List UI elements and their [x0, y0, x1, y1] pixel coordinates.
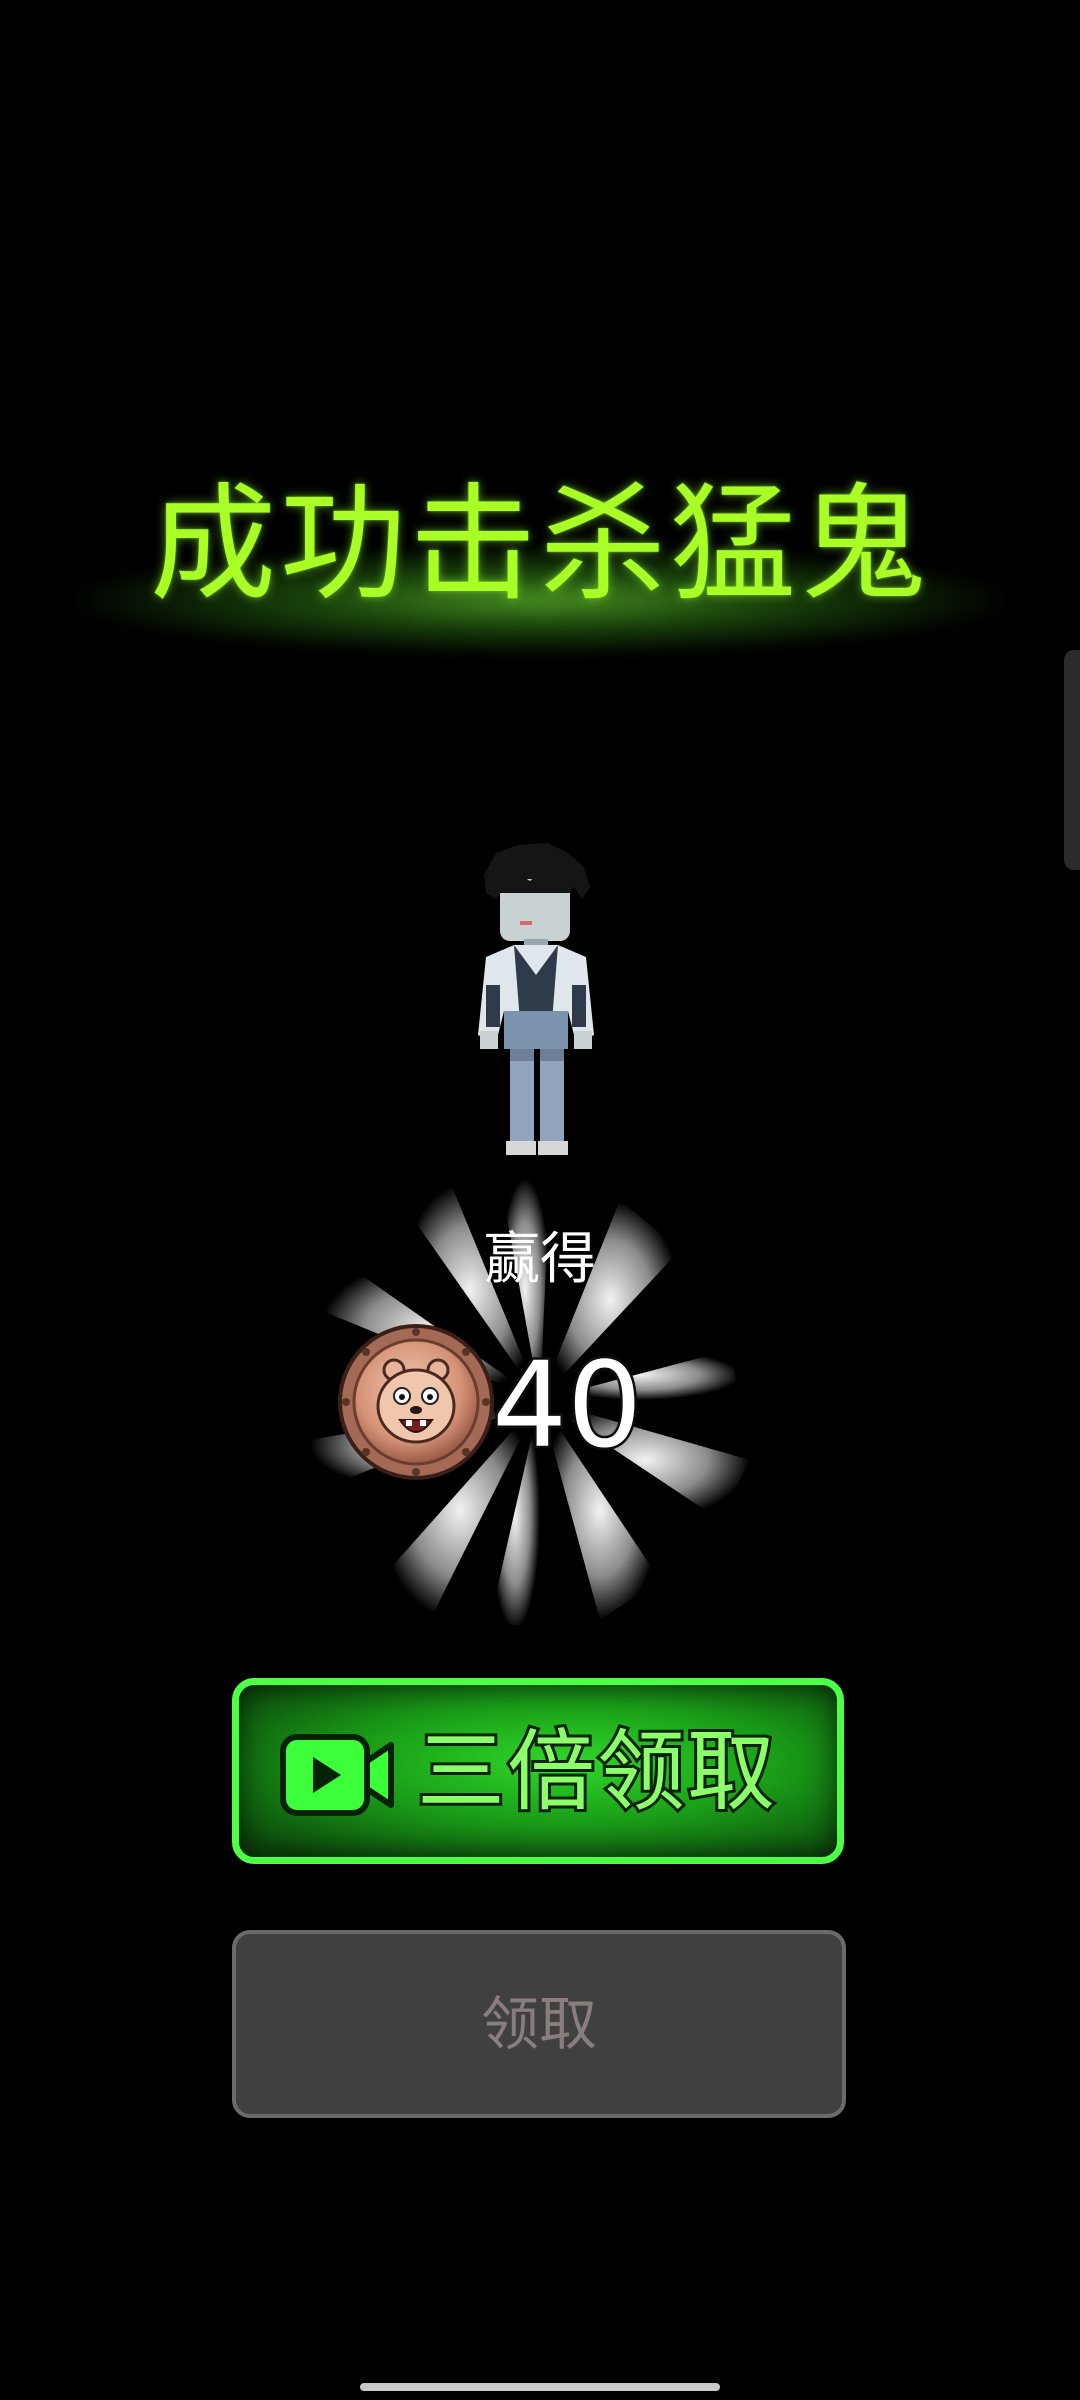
result-screen: 成功击杀猛鬼 赢得 40 三倍领取 领取: [0, 0, 1080, 2400]
character-sprite: [478, 843, 594, 1155]
triple-claim-button[interactable]: 三倍领取: [232, 1678, 844, 1864]
video-play-icon: [280, 1734, 394, 1816]
home-indicator[interactable]: [360, 2383, 720, 2391]
side-edge-handle[interactable]: [1064, 650, 1080, 870]
page-title: 成功击杀猛鬼: [150, 471, 930, 618]
claim-button[interactable]: 领取: [232, 1930, 846, 2118]
triple-claim-label: 三倍领取: [414, 1717, 778, 1826]
claim-label: 领取: [480, 1990, 597, 2058]
bear-coin-icon: [338, 1324, 494, 1480]
reward-amount: 40: [489, 1336, 644, 1474]
reward-label: 赢得: [484, 1227, 596, 1292]
